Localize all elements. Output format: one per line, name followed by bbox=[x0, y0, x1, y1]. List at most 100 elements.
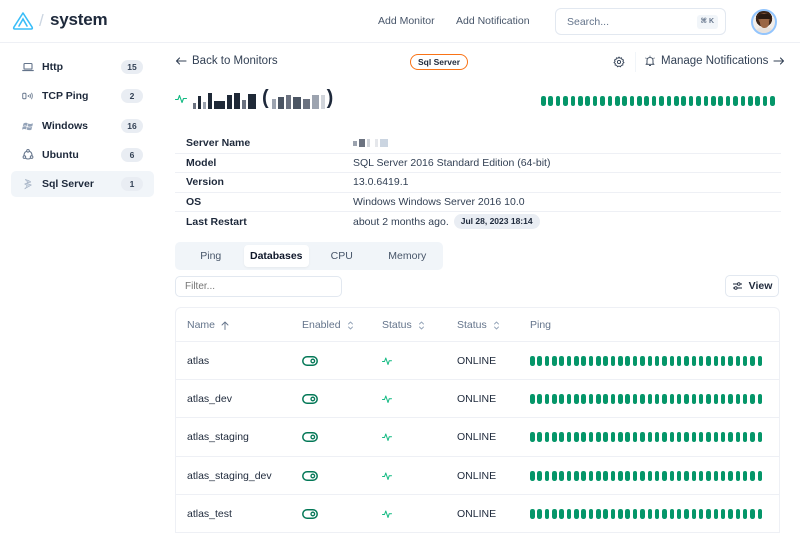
table-row[interactable]: atlas_staging_dev ONLINE bbox=[176, 457, 779, 495]
ping-bar[interactable] bbox=[662, 470, 667, 481]
ping-bar[interactable] bbox=[566, 508, 572, 519]
ping-bar[interactable] bbox=[676, 394, 682, 405]
ping-bar[interactable] bbox=[750, 508, 755, 519]
ping-bar[interactable] bbox=[603, 470, 608, 481]
ping-bar[interactable] bbox=[735, 508, 741, 519]
ping-bar[interactable] bbox=[559, 508, 564, 519]
ping-bar[interactable] bbox=[706, 432, 711, 443]
sidebar-item-sql-server[interactable]: Sql Server 1 bbox=[11, 171, 154, 198]
ping-bar[interactable] bbox=[750, 356, 755, 366]
ping-bar[interactable] bbox=[698, 470, 704, 481]
ping-bar[interactable] bbox=[552, 432, 557, 443]
ping-bar[interactable] bbox=[537, 470, 542, 481]
ping-bar[interactable] bbox=[632, 394, 638, 405]
ping-bar[interactable] bbox=[662, 356, 667, 366]
ping-bar[interactable] bbox=[662, 508, 667, 519]
ping-bar[interactable] bbox=[725, 96, 731, 106]
ping-bar[interactable] bbox=[644, 96, 650, 106]
ping-bar[interactable] bbox=[728, 508, 733, 519]
ping-bar[interactable] bbox=[588, 356, 594, 366]
ping-bar[interactable] bbox=[625, 356, 630, 366]
toggle-enabled-icon[interactable] bbox=[302, 432, 318, 443]
ping-bar[interactable] bbox=[647, 508, 652, 519]
ping-bar[interactable] bbox=[530, 394, 535, 405]
ping-bar[interactable] bbox=[530, 432, 535, 443]
ping-bar[interactable] bbox=[713, 508, 719, 519]
ping-bar[interactable] bbox=[703, 96, 709, 106]
sidebar-item-ubuntu[interactable]: Ubuntu 6 bbox=[11, 142, 154, 168]
ping-bar[interactable] bbox=[720, 508, 726, 519]
column-header-status[interactable]: Status bbox=[382, 319, 425, 331]
ping-bar[interactable] bbox=[674, 96, 679, 106]
ping-bar[interactable] bbox=[659, 96, 664, 106]
ping-bar[interactable] bbox=[577, 96, 583, 106]
ping-bar[interactable] bbox=[610, 356, 616, 366]
table-row[interactable]: atlas ONLINE bbox=[176, 342, 779, 381]
ping-bar[interactable] bbox=[735, 432, 741, 443]
ping-bar[interactable] bbox=[735, 356, 741, 366]
ping-bar[interactable] bbox=[559, 470, 564, 481]
sidebar-item-windows[interactable]: Windows 16 bbox=[11, 113, 154, 139]
ping-bar[interactable] bbox=[596, 432, 601, 443]
ping-bar[interactable] bbox=[640, 508, 645, 519]
ping-bar[interactable] bbox=[698, 394, 704, 405]
ping-bar[interactable] bbox=[559, 432, 564, 443]
logo-icon[interactable] bbox=[12, 11, 34, 31]
ping-bar[interactable] bbox=[698, 508, 704, 519]
ping-bar[interactable] bbox=[750, 432, 755, 443]
ping-bar[interactable] bbox=[559, 394, 564, 405]
ping-bar[interactable] bbox=[669, 470, 675, 481]
ping-bar[interactable] bbox=[669, 356, 675, 366]
ping-bar[interactable] bbox=[632, 470, 638, 481]
ping-bar[interactable] bbox=[654, 508, 660, 519]
ping-bar[interactable] bbox=[681, 96, 687, 106]
ping-bar[interactable] bbox=[625, 470, 630, 481]
ping-bar[interactable] bbox=[537, 394, 542, 405]
ping-bar[interactable] bbox=[662, 432, 667, 443]
ping-bar[interactable] bbox=[750, 470, 755, 481]
ping-bar[interactable] bbox=[676, 432, 682, 443]
ping-bar[interactable] bbox=[530, 508, 535, 519]
ping-bar[interactable] bbox=[559, 356, 564, 366]
ping-bar[interactable] bbox=[647, 432, 652, 443]
ping-bar[interactable] bbox=[632, 432, 638, 443]
ping-bar[interactable] bbox=[710, 96, 716, 106]
ping-bar[interactable] bbox=[552, 470, 557, 481]
ping-bar[interactable] bbox=[625, 394, 630, 405]
ping-bar[interactable] bbox=[647, 356, 652, 366]
ping-bar[interactable] bbox=[530, 356, 535, 366]
ping-bar[interactable] bbox=[706, 356, 711, 366]
add-notification-link[interactable]: Add Notification bbox=[456, 15, 530, 27]
ping-bar[interactable] bbox=[691, 356, 697, 366]
ping-bar[interactable] bbox=[762, 96, 768, 106]
ping-bar[interactable] bbox=[637, 96, 642, 106]
ping-bar[interactable] bbox=[610, 432, 616, 443]
ping-bar[interactable] bbox=[544, 432, 550, 443]
ping-bar[interactable] bbox=[640, 470, 645, 481]
ping-bar[interactable] bbox=[570, 96, 576, 106]
ping-bar[interactable] bbox=[647, 394, 652, 405]
ping-bar[interactable] bbox=[537, 508, 542, 519]
ping-bar[interactable] bbox=[566, 394, 572, 405]
ping-bar[interactable] bbox=[647, 470, 652, 481]
ping-bar[interactable] bbox=[742, 394, 748, 405]
ping-bar[interactable] bbox=[588, 508, 594, 519]
ping-bar[interactable] bbox=[596, 394, 601, 405]
ping-bar[interactable] bbox=[566, 470, 572, 481]
ping-bar[interactable] bbox=[625, 432, 630, 443]
ping-bar[interactable] bbox=[733, 96, 738, 106]
ping-bar[interactable] bbox=[691, 394, 697, 405]
ping-bar[interactable] bbox=[552, 356, 557, 366]
ping-bar[interactable] bbox=[742, 356, 748, 366]
ping-bar[interactable] bbox=[676, 470, 682, 481]
ping-bar[interactable] bbox=[588, 394, 594, 405]
ping-bar[interactable] bbox=[603, 508, 608, 519]
ping-bar[interactable] bbox=[713, 356, 719, 366]
ping-bar[interactable] bbox=[544, 394, 550, 405]
ping-bar[interactable] bbox=[548, 96, 553, 106]
gear-icon[interactable] bbox=[613, 56, 625, 68]
ping-bar[interactable] bbox=[720, 470, 726, 481]
ping-bar[interactable] bbox=[696, 96, 701, 106]
ping-bar[interactable] bbox=[530, 470, 535, 481]
ping-bar[interactable] bbox=[654, 394, 660, 405]
